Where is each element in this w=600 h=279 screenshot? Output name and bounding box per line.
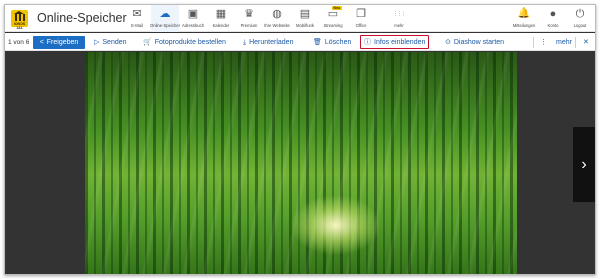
image-viewer: › <box>5 52 595 274</box>
more-button[interactable]: ⋮ mehr <box>540 36 572 49</box>
nav-item-adressbuch[interactable]: ▣ Adressbuch <box>179 5 207 32</box>
nav-item-email[interactable]: ✉ E-Mail <box>123 5 151 32</box>
nav-item-konto[interactable]: ● Konto <box>539 5 567 32</box>
share-label: Freigeben <box>46 39 79 46</box>
main-nav: ✉ E-Mail ☁ Online-Speicher ▣ Adressbuch … <box>123 5 413 32</box>
nav-item-logout[interactable]: ⏻ Logout <box>567 5 593 32</box>
cloud-icon: ☁ <box>159 8 171 20</box>
play-circle-icon: ⊙ <box>445 39 451 46</box>
delete-label: Löschen <box>324 39 352 46</box>
more-label: mehr <box>556 39 572 46</box>
download-button[interactable]: ⤓ Herunterladen <box>243 36 293 49</box>
nav-item-mehr[interactable]: ⋮⋮⋮ mehr <box>385 5 413 32</box>
nav-item-kalender[interactable]: ▦ Kalender <box>207 5 235 32</box>
close-button[interactable]: ✕ <box>583 36 589 49</box>
nav-label: Office <box>355 23 367 28</box>
send-label: Senden <box>102 39 127 46</box>
sim-card-icon: ▤ <box>299 8 311 20</box>
window: IONOS 1&1 Online-Speicher ✉ E-Mail ☁ Onl… <box>4 4 596 275</box>
top-navigation-bar: IONOS 1&1 Online-Speicher ✉ E-Mail ☁ Onl… <box>5 5 595 32</box>
nav-label: Logout <box>573 23 587 28</box>
show-info-button[interactable]: ⓘ Infos einblenden <box>360 35 430 49</box>
cart-icon: 🛒 <box>143 39 152 46</box>
share-button[interactable]: < Freigeben <box>33 36 85 49</box>
nav-item-premium[interactable]: ♛ Premium <box>235 5 263 32</box>
new-badge: Neu <box>332 6 342 10</box>
trash-icon: 🗑 <box>313 39 322 46</box>
close-icon: ✕ <box>583 39 589 46</box>
item-counter: 1 von 6 <box>8 39 30 46</box>
info-icon: ⓘ <box>364 38 371 46</box>
documents-icon: ❐ <box>356 8 366 20</box>
nav-item-mobilfunk[interactable]: ▤ Mobilfunk <box>291 5 319 32</box>
nav-label: Mitteilungen <box>512 23 536 28</box>
file-toolbar: 1 von 6 < Freigeben ▷ Senden 🛒 Fotoprodu… <box>5 33 595 51</box>
power-icon: ⏻ <box>575 8 585 20</box>
more-dots-icon: ⋮ <box>540 39 547 46</box>
delete-button[interactable]: 🗑 Löschen <box>313 36 351 49</box>
grid-icon: ⋮⋮⋮ <box>393 11 406 17</box>
logo-text: IONOS 1&1 <box>13 22 26 30</box>
brand-logo[interactable]: IONOS 1&1 <box>11 10 28 30</box>
nav-item-office[interactable]: ❐ Office <box>347 5 375 32</box>
send-button[interactable]: ▷ Senden <box>94 36 127 49</box>
download-icon: ⤓ <box>243 39 247 46</box>
photo-products-label: Fotoprodukte bestellen <box>154 39 226 46</box>
globe-icon: ◍ <box>272 8 282 20</box>
bamboo-forest-photo <box>85 52 517 274</box>
address-book-icon: ▣ <box>187 8 199 20</box>
slideshow-label: Diashow starten <box>453 39 505 46</box>
slideshow-button[interactable]: ⊙ Diashow starten <box>445 36 504 49</box>
user-icon: ● <box>549 8 557 20</box>
next-image-button[interactable]: › <box>573 127 595 202</box>
toolbar-divider <box>575 37 576 48</box>
chevron-right-icon: › <box>581 156 587 173</box>
send-icon: ▷ <box>94 39 100 46</box>
show-info-label: Infos einblenden <box>374 38 426 46</box>
nav-item-streaming[interactable]: ▭ Neu Streaming <box>319 5 347 32</box>
crown-icon: ♛ <box>244 8 254 20</box>
share-icon: < <box>39 39 44 46</box>
nav-label: mehr <box>394 23 404 28</box>
envelope-icon: ✉ <box>132 8 142 20</box>
nav-item-webseite[interactable]: ◍ Ihre Webseite <box>263 5 291 32</box>
calendar-icon: ▦ <box>215 8 227 20</box>
app-title: Online-Speicher <box>37 11 127 25</box>
download-label: Herunterladen <box>249 39 294 46</box>
photo-products-button[interactable]: 🛒 Fotoprodukte bestellen <box>143 36 226 49</box>
toolbar-divider <box>533 37 534 48</box>
bell-icon: 🔔 <box>517 8 531 19</box>
account-nav: 🔔 Mitteilungen ● Konto ⏻ Logout <box>509 5 593 32</box>
nav-item-mitteilungen[interactable]: 🔔 Mitteilungen <box>509 5 539 32</box>
nav-item-online-speicher[interactable]: ☁ Online-Speicher <box>150 5 180 32</box>
